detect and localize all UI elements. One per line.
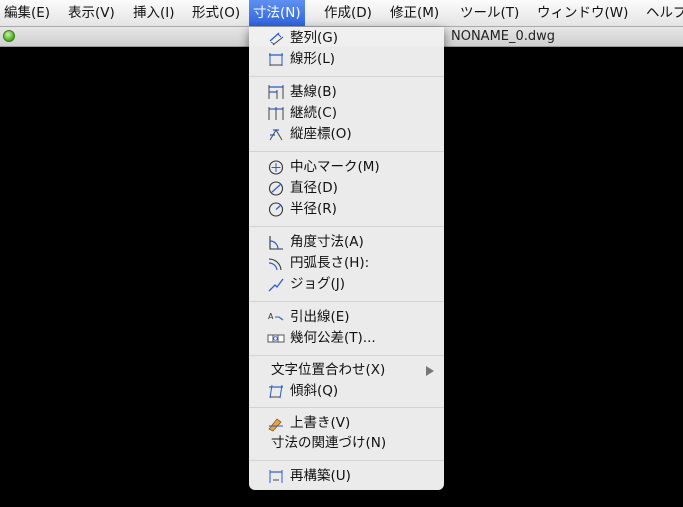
menu-item-text-align[interactable]: 文字位置合わせ(X) (249, 360, 444, 381)
menu-window[interactable]: ウィンドウ(W) (533, 0, 632, 26)
menu-item-label: 中心マーク(M) (290, 159, 380, 175)
menu-item-label: 再構築(U) (290, 468, 351, 484)
menu-item-label: 円弧長さ(H): (290, 255, 370, 271)
menu-item-label: 文字位置合わせ(X) (271, 362, 386, 378)
menu-item-label: 傾斜(Q) (290, 383, 339, 399)
baseline-dimension-icon (268, 85, 284, 99)
menu-item-aligned[interactable]: 整列(G) (249, 28, 444, 49)
regenerate-icon (269, 470, 283, 483)
menu-item-label: 半径(R) (290, 201, 337, 217)
menu-item-label: 引出線(E) (290, 309, 350, 325)
leader-icon: A (268, 312, 284, 321)
menu-item-ordinate[interactable]: 縦座標(O) (249, 124, 444, 145)
menu-tools[interactable]: ツール(T) (456, 0, 523, 26)
menu-item-label: 線形(L) (290, 51, 336, 67)
menu-item-linear[interactable]: 線形(L) (249, 49, 444, 70)
menu-item-radius[interactable]: 半径(R) (249, 199, 444, 220)
ordinate-dimension-icon (269, 129, 283, 141)
document-title: NONAME_0.dwg (451, 29, 556, 44)
aligned-dimension-icon (269, 32, 284, 46)
linear-dimension-icon (269, 53, 283, 66)
menu-item-arc-length[interactable]: 円弧長さ(H): (249, 253, 444, 274)
menu-item-label: 基線(B) (290, 84, 337, 100)
angular-dimension-icon (269, 236, 283, 250)
menu-format[interactable]: 形式(O) (188, 0, 244, 26)
menu-item-regenerate[interactable]: 再構築(U) (249, 466, 444, 487)
menu-item-jog[interactable]: ジョグ(J) (249, 274, 444, 295)
menu-item-label: 幾何公差(T)... (290, 330, 376, 346)
menu-item-label: 直径(D) (290, 180, 338, 196)
oblique-icon (269, 384, 283, 399)
arc-length-icon (268, 258, 282, 271)
submenu-arrow-icon (426, 366, 434, 376)
menu-item-label: 角度寸法(A) (290, 234, 364, 250)
menu-separator (249, 76, 444, 77)
menu-item-leader[interactable]: A 引出線(E) (249, 307, 444, 328)
menu-separator (249, 301, 444, 302)
menu-item-oblique[interactable]: 傾斜(Q) (249, 381, 444, 402)
menu-insert[interactable]: 挿入(I) (129, 0, 179, 26)
window-zoom-button[interactable] (3, 30, 15, 42)
menu-item-diameter[interactable]: 直径(D) (249, 178, 444, 199)
jogged-dimension-icon (268, 278, 284, 292)
menu-draw[interactable]: 作成(D) (320, 0, 376, 26)
menu-separator (249, 407, 444, 408)
menu-separator (249, 355, 444, 356)
center-mark-icon (268, 160, 284, 175)
menu-item-angular[interactable]: 角度寸法(A) (249, 232, 444, 253)
menu-item-continue[interactable]: 継続(C) (249, 103, 444, 124)
diameter-icon (268, 181, 284, 196)
menu-view[interactable]: 表示(V) (64, 0, 119, 26)
menu-item-override[interactable]: 上書き(V) (249, 413, 444, 434)
menu-item-label: 寸法の関連づけ(N) (271, 435, 387, 451)
menu-item-label: 縦座標(O) (290, 126, 352, 142)
menu-bar: 編集(E) 表示(V) 挿入(I) 形式(O) 寸法(N) 作成(D) 修正(M… (0, 0, 683, 27)
menu-item-tolerance[interactable]: 幾何公差(T)... (249, 328, 444, 349)
tolerance-icon (267, 334, 285, 343)
menu-item-label: ジョグ(J) (290, 276, 346, 292)
menu-separator (249, 460, 444, 461)
menu-dimension[interactable]: 寸法(N) (249, 0, 305, 26)
menu-help[interactable]: ヘルプ (642, 0, 683, 26)
svg-text:A: A (268, 312, 274, 321)
menu-item-label: 継続(C) (290, 105, 337, 121)
menu-modify[interactable]: 修正(M) (386, 0, 443, 26)
menu-item-reassociate[interactable]: 寸法の関連づけ(N) (249, 433, 444, 454)
menu-item-label: 整列(G) (290, 30, 338, 46)
menu-separator (249, 151, 444, 152)
menu-item-baseline[interactable]: 基線(B) (249, 82, 444, 103)
menu-edit[interactable]: 編集(E) (0, 0, 54, 26)
radius-icon (268, 202, 284, 217)
menu-item-label: 上書き(V) (290, 415, 351, 431)
menu-item-center-mark[interactable]: 中心マーク(M) (249, 157, 444, 178)
continue-dimension-icon (268, 107, 284, 120)
menu-separator (249, 226, 444, 227)
dimension-menu: 整列(G) 線形(L) 基線(B) 継続(C) 縦座標(O) 中心マーク(M) … (249, 27, 444, 490)
override-icon (268, 418, 283, 432)
